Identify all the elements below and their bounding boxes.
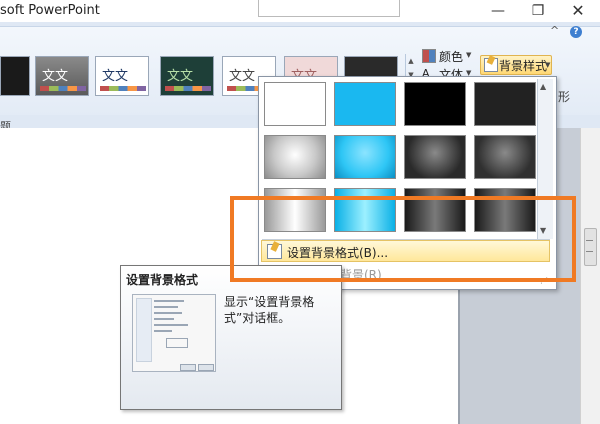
title-bar-overlay — [258, 0, 400, 17]
help-icon[interactable]: ? — [570, 26, 582, 38]
highlight-box — [230, 196, 576, 282]
chevron-down-icon: ▼ — [545, 61, 551, 69]
theme-thumbnail[interactable]: 文文 — [160, 56, 214, 96]
dialog-preview-line — [154, 330, 172, 332]
theme-thumbnail[interactable]: 文文 — [95, 56, 149, 96]
dialog-preview-line — [154, 306, 178, 308]
theme-sample-text: 文文 — [42, 69, 69, 84]
theme-colors-button[interactable]: 颜色 — [439, 48, 463, 65]
theme-sample-text: 文文 — [102, 69, 129, 84]
background-styles-label: 背景样式 — [499, 59, 548, 73]
maximize-button[interactable]: ❐ — [526, 0, 550, 22]
vertical-scrollbar[interactable] — [580, 128, 600, 424]
background-style-swatch[interactable] — [264, 82, 326, 126]
background-style-swatch[interactable] — [404, 82, 466, 126]
dialog-preview-line — [154, 312, 182, 314]
theme-thumbnail[interactable]: 文文 — [35, 56, 89, 96]
theme-thumbnail[interactable] — [0, 56, 30, 96]
theme-sample-text: 文文 — [167, 69, 194, 84]
dialog-preview-button — [198, 364, 214, 371]
dialog-preview-line — [154, 318, 174, 320]
background-style-swatch[interactable] — [474, 82, 536, 126]
dialog-preview-sidebar — [136, 298, 152, 362]
theme-color-bar — [100, 86, 146, 91]
theme-sample-text: 文文 — [229, 69, 256, 84]
theme-color-bar — [40, 86, 86, 91]
window-title: soft PowerPoint — [0, 3, 100, 18]
grip-icon — [586, 240, 593, 252]
dialog-preview-button — [180, 364, 196, 371]
minimize-button[interactable]: — — [486, 0, 510, 22]
ribbon-collapse-icon[interactable]: ^ — [550, 24, 559, 37]
tooltip-description: 显示“设置背景格式”对话框。 — [224, 295, 315, 325]
dialog-preview-line — [154, 324, 188, 326]
background-style-swatch[interactable] — [404, 135, 466, 179]
background-style-swatch[interactable] — [334, 82, 396, 126]
background-style-swatch[interactable] — [474, 135, 536, 179]
paint-bucket-icon — [484, 58, 498, 72]
dialog-preview-line — [154, 300, 184, 302]
theme-colors-icon — [422, 49, 436, 63]
background-style-swatch[interactable] — [334, 135, 396, 179]
chevron-down-icon[interactable]: ▼ — [466, 51, 471, 59]
dialog-preview-field — [166, 338, 188, 348]
close-button[interactable]: ✕ — [566, 0, 590, 22]
tooltip-title: 设置背景格式 — [126, 273, 199, 287]
ribbon-label-fragment: 形 — [558, 90, 571, 104]
scroll-up-icon[interactable]: ▲ — [540, 82, 546, 91]
theme-color-bar — [165, 86, 211, 91]
background-style-swatch[interactable] — [264, 135, 326, 179]
